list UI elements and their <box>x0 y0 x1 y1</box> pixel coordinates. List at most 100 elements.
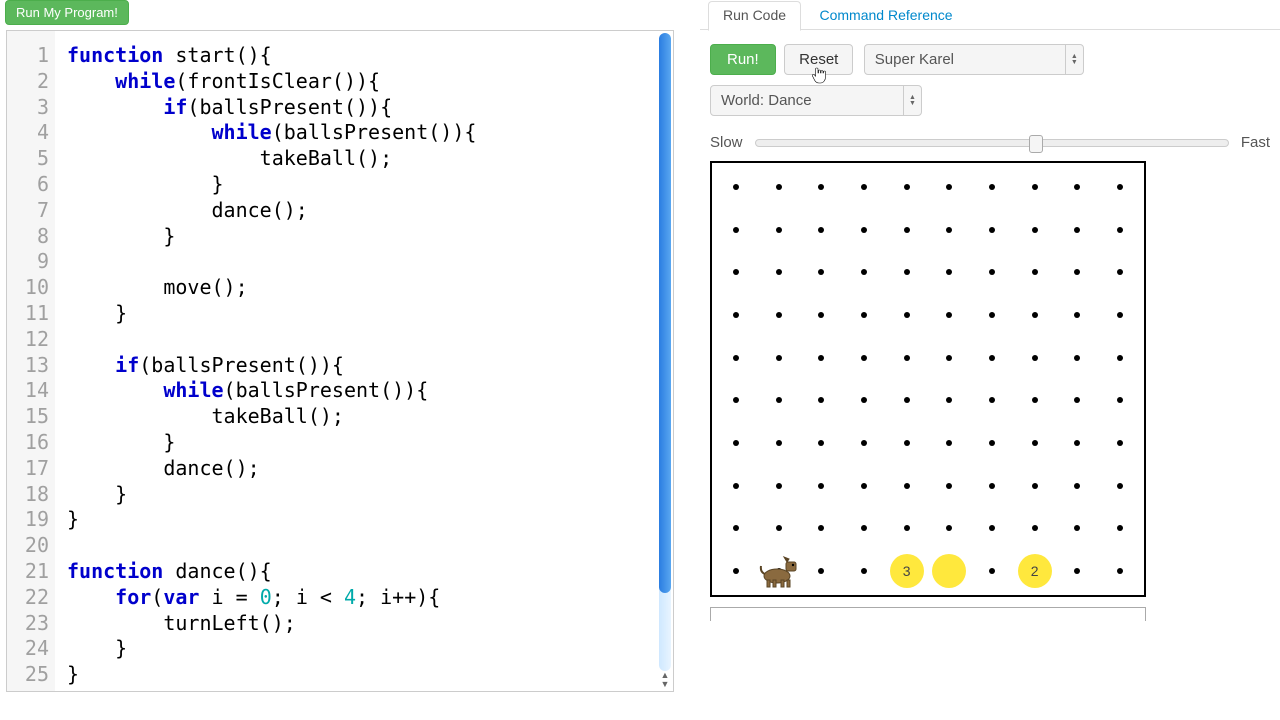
grid-dot <box>1032 397 1038 403</box>
code-line[interactable]: function start(){ <box>67 43 659 69</box>
karel-type-select[interactable]: Super Karel ▲▼ <box>864 44 1084 75</box>
tennis-ball <box>932 554 966 588</box>
grid-dot <box>1032 440 1038 446</box>
grid-dot <box>904 397 910 403</box>
grid-dot <box>904 184 910 190</box>
grid-dot <box>861 525 867 531</box>
grid-dot <box>1032 483 1038 489</box>
grid-dot <box>818 525 824 531</box>
grid-dot <box>733 227 739 233</box>
tennis-ball: 2 <box>1018 554 1052 588</box>
scrollbar-thumb[interactable] <box>659 33 671 593</box>
code-line[interactable]: takeBall(); <box>67 404 659 430</box>
grid-dot <box>733 355 739 361</box>
grid-dot <box>1117 397 1123 403</box>
run-my-program-button[interactable]: Run My Program! <box>5 0 129 25</box>
grid-dot <box>1117 312 1123 318</box>
grid-dot <box>1117 568 1123 574</box>
grid-dot <box>989 227 995 233</box>
scroll-arrows[interactable]: ▲▼ <box>659 671 671 689</box>
line-number: 1 <box>7 43 55 69</box>
grid-dot <box>1117 227 1123 233</box>
grid-dot <box>1074 269 1080 275</box>
grid-dot <box>1074 483 1080 489</box>
grid-dot <box>776 483 782 489</box>
code-line[interactable]: if(ballsPresent()){ <box>67 95 659 121</box>
code-line[interactable] <box>67 249 659 275</box>
speed-slider-thumb[interactable] <box>1029 135 1043 153</box>
code-line[interactable]: } <box>67 430 659 456</box>
grid-dot <box>1032 184 1038 190</box>
grid-dot <box>776 355 782 361</box>
code-area[interactable]: function start(){ while(frontIsClear()){… <box>55 31 659 691</box>
grid-dot <box>1032 525 1038 531</box>
code-line[interactable]: dance(); <box>67 198 659 224</box>
line-number: 12 <box>7 327 55 353</box>
code-line[interactable]: while(ballsPresent()){ <box>67 378 659 404</box>
tab-run-code[interactable]: Run Code <box>708 1 801 31</box>
code-line[interactable]: } <box>67 636 659 662</box>
line-number: 25 <box>7 662 55 688</box>
line-number: 7 <box>7 198 55 224</box>
slow-label: Slow <box>710 134 743 151</box>
grid-dot <box>861 568 867 574</box>
code-line[interactable]: } <box>67 301 659 327</box>
code-line[interactable]: } <box>67 172 659 198</box>
grid-dot <box>733 397 739 403</box>
code-line[interactable]: if(ballsPresent()){ <box>67 353 659 379</box>
line-number: 17 <box>7 456 55 482</box>
code-line[interactable] <box>67 533 659 559</box>
code-line[interactable]: while(frontIsClear()){ <box>67 69 659 95</box>
code-line[interactable]: } <box>67 507 659 533</box>
line-number: 9 <box>7 249 55 275</box>
tab-command-reference[interactable]: Command Reference <box>806 2 967 30</box>
grid-dot <box>733 568 739 574</box>
line-number: 5 <box>7 146 55 172</box>
grid-dot <box>904 227 910 233</box>
grid-dot <box>1074 440 1080 446</box>
code-line[interactable]: for(var i = 0; i < 4; i++){ <box>67 585 659 611</box>
grid-dot <box>904 440 910 446</box>
grid-dot <box>1117 269 1123 275</box>
code-editor[interactable]: 1234567891011121314151617181920212223242… <box>6 30 674 692</box>
code-line[interactable]: move(); <box>67 275 659 301</box>
grid-dot <box>818 269 824 275</box>
code-line[interactable] <box>67 327 659 353</box>
line-number: 19 <box>7 507 55 533</box>
line-number: 23 <box>7 611 55 637</box>
grid-dot <box>1117 184 1123 190</box>
grid-dot <box>989 525 995 531</box>
code-line[interactable]: dance(); <box>67 456 659 482</box>
chevron-updown-icon: ▲▼ <box>903 86 921 115</box>
line-number: 18 <box>7 482 55 508</box>
line-number: 21 <box>7 559 55 585</box>
reset-button[interactable]: Reset <box>784 44 853 75</box>
tabs: Run Code Command Reference <box>700 0 1280 30</box>
console <box>710 607 1146 621</box>
world-select[interactable]: World: Dance ▲▼ <box>710 85 922 116</box>
code-line[interactable]: } <box>67 224 659 250</box>
grid-dot <box>733 440 739 446</box>
grid-dot <box>1032 312 1038 318</box>
line-number: 24 <box>7 636 55 662</box>
grid-dot <box>861 483 867 489</box>
grid-dot <box>818 440 824 446</box>
grid-dot <box>818 312 824 318</box>
grid-dot <box>904 483 910 489</box>
code-line[interactable]: turnLeft(); <box>67 611 659 637</box>
speed-slider[interactable] <box>755 139 1229 147</box>
grid-dot <box>776 312 782 318</box>
grid-dot <box>1117 440 1123 446</box>
scrollbar[interactable] <box>659 33 671 671</box>
code-line[interactable]: while(ballsPresent()){ <box>67 120 659 146</box>
line-gutter: 1234567891011121314151617181920212223242… <box>7 31 55 691</box>
grid-dot <box>904 312 910 318</box>
grid-dot <box>1074 568 1080 574</box>
line-number: 20 <box>7 533 55 559</box>
code-line[interactable]: function dance(){ <box>67 559 659 585</box>
code-line[interactable]: takeBall(); <box>67 146 659 172</box>
run-button[interactable]: Run! <box>710 44 776 75</box>
code-line[interactable]: } <box>67 662 659 688</box>
chevron-updown-icon: ▲▼ <box>1065 45 1083 74</box>
code-line[interactable]: } <box>67 482 659 508</box>
